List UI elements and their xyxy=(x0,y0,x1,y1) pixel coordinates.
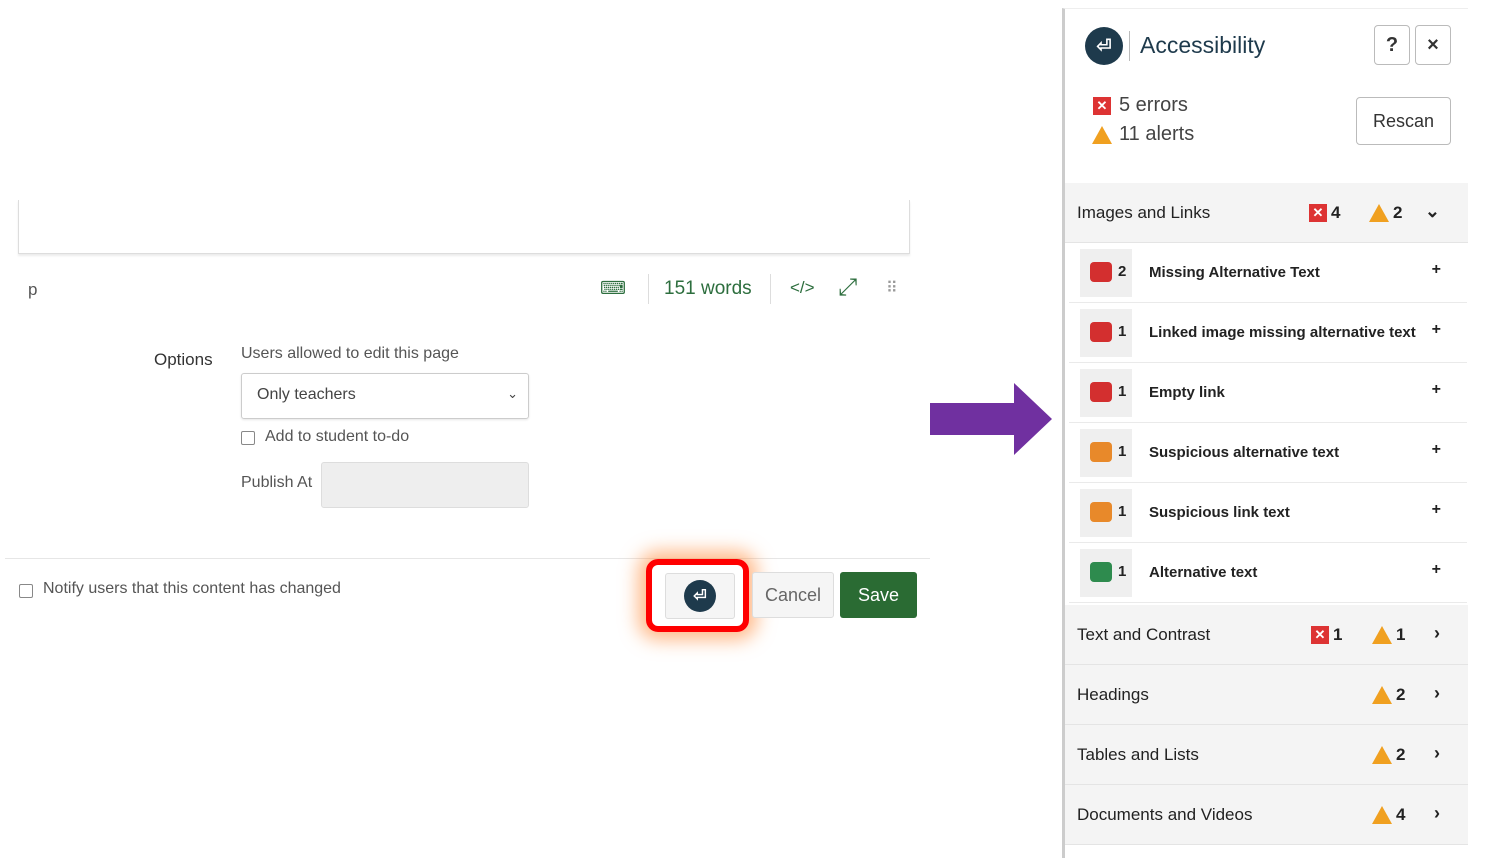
alert-count: 11 alerts xyxy=(1119,123,1195,145)
expand-plus-icon[interactable]: + xyxy=(1432,501,1441,519)
users-allowed-select[interactable]: Only teachers ⌄ xyxy=(241,373,529,419)
chevron-right-icon: › xyxy=(1434,683,1440,703)
alert-icon xyxy=(1369,204,1389,222)
issue-image-icon xyxy=(1090,262,1112,282)
html-editor-toggle[interactable]: </> xyxy=(790,278,815,298)
issue-item[interactable]: 1 Suspicious link text + xyxy=(1069,483,1467,543)
alert-count: 2 xyxy=(1396,685,1406,704)
category-headings[interactable]: Headings 2 › xyxy=(1065,665,1468,725)
issue-image-icon xyxy=(1090,382,1112,402)
accessibility-logo-icon: ⏎ xyxy=(1085,27,1123,65)
issue-icon-box: 1 xyxy=(1080,489,1132,537)
alert-icon xyxy=(1372,746,1392,764)
category-text-and-contrast[interactable]: Text and Contrast ✕ 1 1 › xyxy=(1065,605,1468,665)
student-todo-checkbox[interactable] xyxy=(241,431,255,445)
issue-count: 1 xyxy=(1118,383,1127,400)
alert-icon xyxy=(1372,626,1392,644)
accessibility-panel: ⏎ Accessibility ? × ✕ 5 errors 11 alerts… xyxy=(1062,8,1468,858)
chevron-down-icon: ⌄ xyxy=(1424,201,1440,221)
error-icon: ✕ xyxy=(1311,626,1329,644)
keyboard-icon[interactable]: ⌨ xyxy=(600,278,626,299)
options-label: Options xyxy=(154,350,213,369)
error-count: 4 xyxy=(1331,203,1341,222)
issue-icon-box: 1 xyxy=(1080,429,1132,477)
issue-label: Linked image missing alternative text xyxy=(1149,324,1416,341)
alert-count: 2 xyxy=(1393,203,1403,222)
panel-title: Accessibility xyxy=(1140,32,1266,58)
issue-image-icon xyxy=(1090,322,1112,342)
notify-checkbox[interactable] xyxy=(19,584,33,598)
highlight-box xyxy=(646,559,749,632)
category-name: Tables and Lists xyxy=(1077,745,1199,764)
arrow-right-icon xyxy=(930,383,1052,455)
chevron-right-icon: › xyxy=(1434,743,1440,763)
expand-plus-icon[interactable]: + xyxy=(1432,441,1441,459)
divider xyxy=(5,558,930,559)
help-button[interactable]: ? xyxy=(1374,25,1410,65)
alert-icon xyxy=(1372,686,1392,704)
notify-label: Notify users that this content has chang… xyxy=(43,580,341,597)
alert-icon xyxy=(1372,806,1392,824)
issue-icon-box: 2 xyxy=(1080,249,1132,297)
issue-icon-box: 1 xyxy=(1080,549,1132,597)
alert-count: 2 xyxy=(1396,745,1406,764)
category-name: Text and Contrast xyxy=(1077,625,1211,644)
issue-image-icon xyxy=(1090,442,1112,462)
publish-at-label: Publish At xyxy=(241,474,313,491)
error-count: 5 errors xyxy=(1119,94,1188,116)
cancel-button[interactable]: Cancel xyxy=(752,572,834,618)
issue-image-icon xyxy=(1090,502,1112,522)
users-allowed-label: Users allowed to edit this page xyxy=(241,345,459,362)
issue-label: Missing Alternative Text xyxy=(1149,264,1320,281)
issue-item[interactable]: 1 Linked image missing alternative text + xyxy=(1069,303,1467,363)
issue-item[interactable]: 1 Alternative text + xyxy=(1069,543,1467,603)
expand-plus-icon[interactable]: + xyxy=(1432,381,1441,399)
category-tables-and-lists[interactable]: Tables and Lists 2 › xyxy=(1065,725,1468,785)
issue-count: 1 xyxy=(1118,503,1127,520)
publish-at-input[interactable] xyxy=(321,462,529,508)
issue-label: Suspicious alternative text xyxy=(1149,444,1340,461)
error-count: 1 xyxy=(1333,625,1343,644)
issue-icon-box: 1 xyxy=(1080,369,1132,417)
issue-icon-box: 1 xyxy=(1080,309,1132,357)
issue-image-icon xyxy=(1090,562,1112,582)
category-name: Images and Links xyxy=(1077,203,1211,222)
category-name: Headings xyxy=(1077,685,1149,704)
issue-label: Suspicious link text xyxy=(1149,504,1290,521)
alert-count: 1 xyxy=(1396,625,1406,644)
issue-label: Empty link xyxy=(1149,384,1225,401)
alert-count: 4 xyxy=(1396,805,1406,824)
expand-plus-icon[interactable]: + xyxy=(1432,561,1441,579)
save-button[interactable]: Save xyxy=(840,572,917,618)
issue-item[interactable]: 2 Missing Alternative Text + xyxy=(1069,243,1467,303)
issue-item[interactable]: 1 Empty link + xyxy=(1069,363,1467,423)
expand-plus-icon[interactable]: + xyxy=(1432,321,1441,339)
fullscreen-icon[interactable]: ⤢ xyxy=(838,274,857,302)
student-todo-label: Add to student to-do xyxy=(265,428,410,445)
error-icon: ✕ xyxy=(1093,97,1111,115)
issue-count: 1 xyxy=(1118,323,1127,340)
category-images-and-links[interactable]: Images and Links ✕ 4 2 ⌄ xyxy=(1065,183,1468,243)
word-count[interactable]: 151 words xyxy=(664,278,752,300)
issue-label: Alternative text xyxy=(1149,564,1258,581)
issue-item[interactable]: 1 Suspicious alternative text + xyxy=(1069,423,1467,483)
close-button[interactable]: × xyxy=(1415,25,1451,65)
editor-content-area[interactable] xyxy=(18,200,910,254)
issue-count: 1 xyxy=(1118,563,1127,580)
alert-icon xyxy=(1092,126,1112,144)
issue-count: 1 xyxy=(1118,443,1127,460)
chevron-right-icon: › xyxy=(1434,803,1440,823)
error-icon: ✕ xyxy=(1309,204,1327,222)
element-path: p xyxy=(28,280,38,299)
resize-handle-icon[interactable]: ⠿ xyxy=(886,278,898,298)
expand-plus-icon[interactable]: + xyxy=(1432,261,1441,279)
chevron-down-icon: ⌄ xyxy=(507,386,518,401)
category-name: Documents and Videos xyxy=(1077,805,1253,824)
select-value: Only teachers xyxy=(257,386,356,403)
category-documents-and-videos[interactable]: Documents and Videos 4 › xyxy=(1065,785,1468,845)
issue-count: 2 xyxy=(1118,263,1127,280)
rescan-button[interactable]: Rescan xyxy=(1356,97,1451,145)
chevron-right-icon: › xyxy=(1434,623,1440,643)
